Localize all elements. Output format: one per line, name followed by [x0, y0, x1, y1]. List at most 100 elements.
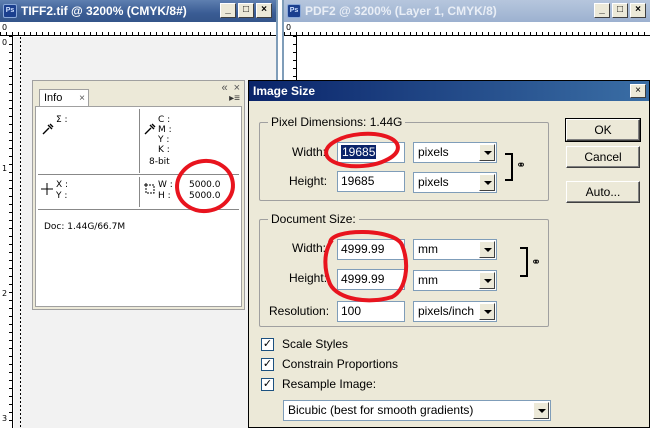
info-readout: Σ : C : M : Y : K : 8-bit X : Y : W : H …: [35, 106, 242, 307]
guide-line: [20, 37, 21, 428]
x-label: X :: [56, 180, 69, 190]
resolution-value: 100: [341, 304, 362, 318]
doc2-title: PDF2 @ 3200% (Layer 1, CMYK/8): [305, 4, 497, 18]
chevron-down-icon[interactable]: [479, 174, 495, 191]
y-label: Y :: [158, 135, 170, 145]
sigma-label: Σ :: [56, 115, 68, 125]
pixel-width-input[interactable]: 19685: [337, 142, 405, 163]
doc-height-input[interactable]: 4999.99: [337, 269, 405, 290]
pixel-width-value: 19685: [341, 145, 377, 159]
resample-image-checkbox[interactable]: ✓ Resample Image:: [261, 377, 376, 391]
chain-link-icon: ⚭: [531, 255, 542, 269]
photoshop-icon: Ps: [3, 4, 17, 18]
m-label: M :: [158, 125, 172, 135]
dialog-close-button[interactable]: ×: [630, 84, 646, 98]
pixel-height-label: Height:: [289, 174, 328, 188]
scale-styles-checkbox[interactable]: ✓ Scale Styles: [261, 337, 348, 351]
chevron-down-icon[interactable]: [479, 144, 495, 161]
resolution-unit-select[interactable]: pixels/inch: [413, 301, 497, 322]
resample-method-select[interactable]: Bicubic (best for smooth gradients): [283, 400, 551, 421]
doc-width-unit-select[interactable]: mm: [413, 239, 497, 260]
maximize-button[interactable]: □: [612, 3, 628, 18]
chain-link-icon: ⚭: [516, 158, 527, 172]
doc-size: Doc: 1.44G/66.7M: [44, 222, 126, 232]
tab-info-label: Info: [44, 92, 63, 104]
doc1-title: TIFF2.tif @ 3200% (CMYK/8#): [21, 4, 187, 18]
resolution-unit: pixels/inch: [418, 304, 475, 318]
constrain-bracket: [505, 153, 513, 181]
selection-width-value: 5000.0: [189, 180, 221, 190]
document-size-label: Document Size:: [268, 212, 359, 226]
auto-button[interactable]: Auto...: [566, 181, 640, 203]
resample-method-value: Bicubic (best for smooth gradients): [288, 403, 474, 417]
info-palette[interactable]: « × Info × ▸≡ Σ : C : M : Y : K : 8-bit …: [32, 80, 245, 310]
w-label: W :: [158, 180, 173, 190]
ruler-label: 0: [2, 38, 8, 47]
constrain-proportions-checkbox[interactable]: ✓ Constrain Proportions: [261, 357, 398, 371]
h-label: H :: [158, 191, 171, 201]
pixel-width-unit: pixels: [418, 145, 449, 159]
bit-depth: 8-bit: [149, 157, 170, 167]
scale-styles-label: Scale Styles: [282, 337, 349, 351]
y-coord-label: Y :: [56, 191, 68, 201]
minimize-button[interactable]: _: [594, 3, 610, 18]
checkmark-icon[interactable]: ✓: [261, 337, 274, 351]
resample-image-label: Resample Image:: [282, 377, 377, 391]
tab-close-icon[interactable]: ×: [79, 90, 85, 107]
ruler-label: 0: [2, 23, 8, 32]
pixel-width-label: Width:: [292, 145, 327, 159]
dialog-title: Image Size: [253, 84, 316, 98]
horizontal-ruler[interactable]: 0: [0, 22, 276, 36]
doc-height-unit: mm: [418, 273, 438, 287]
maximize-button[interactable]: □: [238, 3, 254, 18]
chevron-down-icon[interactable]: [479, 272, 495, 289]
selection-height-value: 5000.0: [189, 191, 221, 201]
pixel-width-unit-select[interactable]: pixels: [413, 142, 497, 163]
photoshop-icon: Ps: [287, 4, 301, 18]
crosshair-icon: [41, 183, 53, 195]
doc-height-value: 4999.99: [341, 272, 385, 286]
eyedropper-icon: [42, 123, 54, 135]
chevron-down-icon[interactable]: [479, 303, 495, 320]
ruler-label: 3: [2, 414, 8, 423]
image-size-dialog[interactable]: Image Size × Pixel Dimensions: 1.44G Wid…: [248, 80, 650, 428]
ruler-label: 0: [286, 23, 292, 32]
constrain-proportions-label: Constrain Proportions: [282, 357, 399, 371]
doc-width-input[interactable]: 4999.99: [337, 239, 405, 260]
pixel-height-unit-select[interactable]: pixels: [413, 172, 497, 193]
ok-button[interactable]: OK: [565, 118, 641, 142]
dialog-titlebar[interactable]: Image Size ×: [249, 81, 649, 101]
pixel-height-input[interactable]: 19685: [337, 171, 405, 192]
cancel-button[interactable]: Cancel: [566, 146, 640, 168]
pixel-height-value: 19685: [341, 174, 375, 188]
k-label: K :: [158, 145, 170, 155]
horizontal-ruler[interactable]: 0: [284, 22, 650, 36]
close-button[interactable]: ×: [256, 3, 272, 18]
vertical-ruler[interactable]: 0 1 2 3: [0, 36, 13, 428]
pixel-height-unit: pixels: [418, 175, 449, 189]
checkmark-icon[interactable]: ✓: [261, 377, 274, 391]
checkmark-icon[interactable]: ✓: [261, 357, 274, 371]
eyedropper-icon: [144, 123, 156, 135]
doc2-titlebar[interactable]: Ps PDF2 @ 3200% (Layer 1, CMYK/8) _ □ ×: [284, 0, 650, 22]
doc-width-unit: mm: [418, 242, 438, 256]
ruler-label: 2: [2, 289, 8, 298]
minimize-button[interactable]: _: [220, 3, 236, 18]
palette-collapse-icon[interactable]: «: [221, 82, 227, 94]
doc-height-label: Height:: [289, 271, 328, 285]
selection-size-icon: [144, 183, 155, 194]
chevron-down-icon[interactable]: [479, 241, 495, 258]
ruler-label: 1: [2, 164, 8, 173]
chevron-down-icon[interactable]: [533, 402, 549, 419]
constrain-bracket: [520, 247, 528, 277]
doc-width-value: 4999.99: [341, 242, 385, 256]
doc-height-unit-select[interactable]: mm: [413, 270, 497, 291]
close-button[interactable]: ×: [630, 3, 646, 18]
palette-menu-icon[interactable]: ▸≡: [229, 93, 240, 104]
resolution-input[interactable]: 100: [337, 301, 405, 322]
tab-info[interactable]: Info ×: [39, 89, 89, 107]
doc1-titlebar[interactable]: Ps TIFF2.tif @ 3200% (CMYK/8#) _ □ ×: [0, 0, 276, 22]
c-label: C :: [158, 115, 171, 125]
doc-width-label: Width:: [292, 241, 327, 255]
resolution-label: Resolution:: [269, 304, 330, 318]
